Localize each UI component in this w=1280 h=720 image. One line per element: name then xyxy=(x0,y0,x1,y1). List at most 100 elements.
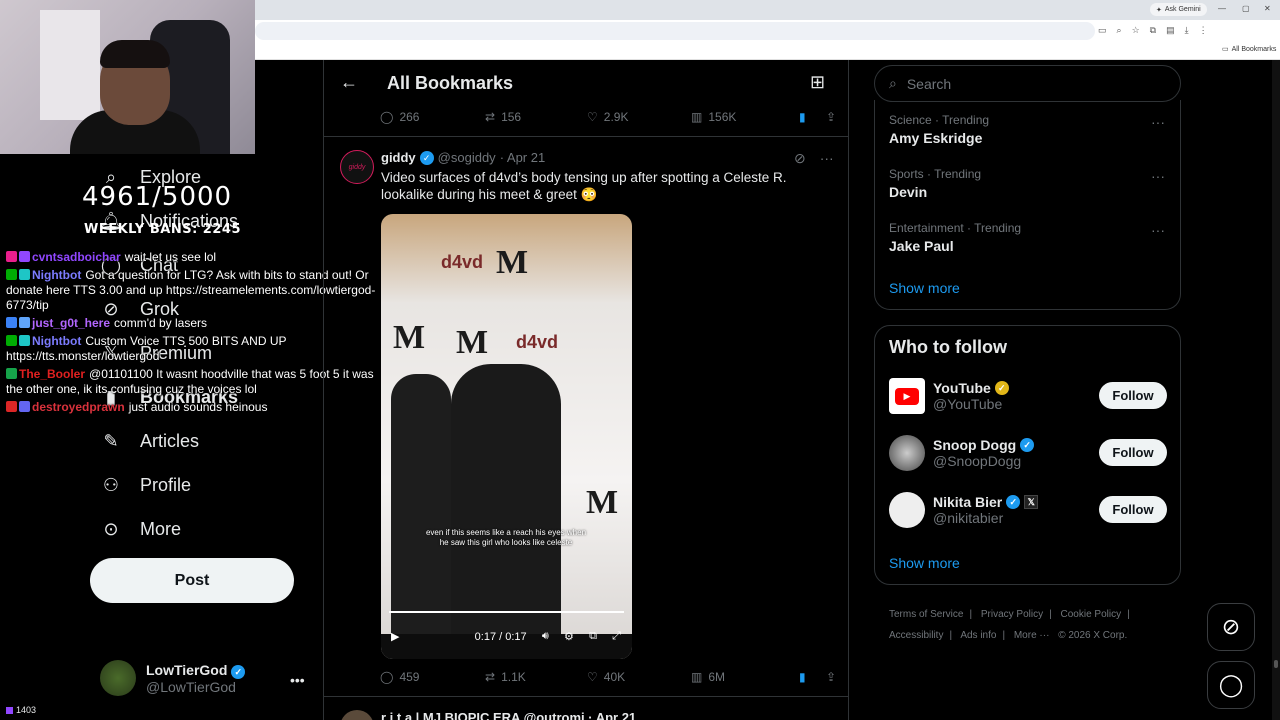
grok-icon[interactable]: ⊘ xyxy=(794,150,806,167)
address-field[interactable] xyxy=(255,22,1095,40)
fullscreen-icon[interactable]: ⤢ xyxy=(612,630,621,643)
show-more-link[interactable]: Show more xyxy=(889,555,960,571)
maximize-icon[interactable]: ▢ xyxy=(1242,4,1250,13)
sub-icon xyxy=(6,706,13,714)
person-icon: ⚇ xyxy=(102,474,120,495)
messages-button[interactable]: ◯ xyxy=(1207,661,1255,709)
download-icon[interactable]: ⤓ xyxy=(1185,25,1189,36)
footer-link[interactable]: Terms of Service xyxy=(889,609,963,620)
like-button[interactable]: ♡ 2.9K xyxy=(587,110,691,124)
gemini-icon: ✦ xyxy=(1156,6,1162,14)
nav-item-more[interactable]: ⊙ More xyxy=(100,518,181,540)
more-icon[interactable]: ··· xyxy=(820,150,834,167)
footer-link[interactable]: Privacy Policy xyxy=(981,609,1043,620)
close-icon[interactable]: ✕ xyxy=(1264,4,1271,13)
nav-item-profile[interactable]: ⚇ Profile xyxy=(100,474,191,496)
badge-icon xyxy=(19,251,30,262)
play-icon[interactable]: ▶ xyxy=(391,630,399,643)
bookmark-button[interactable]: ▮ xyxy=(799,670,826,684)
trend-item[interactable]: Entertainment · Trending Jake Paul xyxy=(889,221,1021,254)
repost-icon: ⇄ xyxy=(485,670,496,684)
heart-icon: ♡ xyxy=(587,110,598,124)
tweet-date[interactable]: · Apr 21 xyxy=(500,150,546,165)
volume-icon[interactable]: 🔊︎ xyxy=(542,630,549,643)
add-bookmark-folder-icon[interactable]: ⊞ xyxy=(810,72,825,93)
settings-icon[interactable]: ⚙ xyxy=(564,630,574,643)
follow-button[interactable]: Follow xyxy=(1099,496,1167,523)
trend-item[interactable]: Science · Trending Amy Eskridge xyxy=(889,113,989,146)
footer-link[interactable]: Cookie Policy xyxy=(1061,609,1122,620)
verified-icon: ✓ xyxy=(1020,438,1035,452)
more-icon[interactable]: ··· xyxy=(1151,168,1165,184)
follow-button[interactable]: Follow xyxy=(1099,439,1167,466)
grok-icon: ⊘ xyxy=(1221,614,1241,639)
repost-button[interactable]: ⇄ 156 xyxy=(485,110,587,124)
sponsor-logo: d4vd xyxy=(516,332,559,352)
show-more-link[interactable]: Show more xyxy=(889,280,960,296)
grok-button[interactable]: ⊘ xyxy=(1207,603,1255,651)
repost-button[interactable]: ⇄ 1.1K xyxy=(485,670,587,684)
bookmark-filled-icon: ▮ xyxy=(799,670,806,684)
post-button[interactable]: Post xyxy=(90,558,294,603)
screenshot-icon[interactable]: ▭ xyxy=(1098,25,1107,36)
pip-icon[interactable]: ⧉ xyxy=(589,630,597,643)
who-to-follow-title: Who to follow xyxy=(889,337,1007,357)
views-button[interactable]: ▥ 6M xyxy=(691,670,799,684)
ask-gemini-button[interactable]: ✦ Ask Gemini xyxy=(1150,3,1207,16)
verified-icon: ✓ xyxy=(994,381,1009,395)
bookmark-button[interactable]: ▮ xyxy=(799,110,826,124)
badge-icon xyxy=(6,401,17,412)
star-icon[interactable]: ☆ xyxy=(1132,25,1140,36)
video-player[interactable]: M d4vd M d4vd M M even if this seems lik… xyxy=(381,214,632,659)
minimize-icon[interactable]: — xyxy=(1218,4,1226,13)
author-handle[interactable]: @sogiddy xyxy=(438,150,496,165)
folder-icon: ▭ xyxy=(1222,46,1229,53)
webcam-feed xyxy=(0,0,255,154)
reply-icon: ◯ xyxy=(380,110,394,124)
more-icon[interactable]: ··· xyxy=(1151,114,1165,130)
sponsor-logo: M xyxy=(456,324,489,361)
ban-counter: 4961/5000 xyxy=(82,182,233,212)
sidebar-icon[interactable]: ▤ xyxy=(1166,25,1175,36)
views-button[interactable]: ▥ 156K xyxy=(691,110,799,124)
search-input[interactable]: ⌕ Search xyxy=(874,65,1181,102)
footer-link[interactable]: Accessibility xyxy=(889,630,943,641)
scrollbar[interactable] xyxy=(1272,60,1280,720)
avatar[interactable] xyxy=(340,710,374,720)
header: ← All Bookmarks ⊞ xyxy=(324,60,848,106)
author-name[interactable]: giddy xyxy=(381,150,416,165)
avatar[interactable]: giddy xyxy=(340,150,374,184)
back-arrow-icon[interactable]: ← xyxy=(340,72,358,93)
sponsor-logo: M xyxy=(393,319,426,356)
badge-icon xyxy=(6,317,17,328)
footer-link[interactable]: More ··· xyxy=(1014,630,1050,641)
weekly-bans: WEEKLY BANS: 2245 xyxy=(84,222,241,237)
scrollbar-thumb[interactable] xyxy=(1274,660,1278,668)
trend-item[interactable]: Sports · Trending Devin xyxy=(889,167,981,200)
extensions-icon[interactable]: ⧉ xyxy=(1150,25,1156,36)
browser-tab-strip xyxy=(255,0,1280,20)
like-button[interactable]: ♡ 40K xyxy=(587,670,691,684)
zoom-icon[interactable]: ⌕ xyxy=(1117,25,1122,36)
reply-button[interactable]: ◯ 459 xyxy=(380,670,485,684)
share-icon: ⇪ xyxy=(826,110,837,124)
footer-link[interactable]: Ads info xyxy=(960,630,996,641)
share-button[interactable]: ⇪ xyxy=(826,110,836,124)
video-progress-bar[interactable] xyxy=(389,611,624,613)
nav-item-articles[interactable]: ✎ Articles xyxy=(100,430,199,452)
sponsor-logo: M xyxy=(496,244,529,281)
sponsor-logo: M xyxy=(586,484,619,521)
all-bookmarks-folder[interactable]: ▭ All Bookmarks xyxy=(1222,45,1276,54)
follow-suggestion[interactable]: Nikita Bier ✓ 𝕏 @nikitabier xyxy=(889,492,1039,528)
share-button[interactable]: ⇪ xyxy=(826,670,836,684)
follow-suggestion[interactable]: Snoop Dogg ✓ @SnoopDogg xyxy=(889,435,1035,471)
menu-icon[interactable]: ⋮ xyxy=(1199,25,1208,36)
follow-button[interactable]: Follow xyxy=(1099,382,1167,409)
more-icon[interactable]: ••• xyxy=(290,672,305,688)
avatar xyxy=(889,435,925,471)
account-switcher[interactable]: LowTierGod ✓ @LowTierGod xyxy=(100,660,246,696)
search-icon: ⌕ xyxy=(889,75,897,91)
more-icon[interactable]: ··· xyxy=(1151,222,1165,238)
follow-suggestion[interactable]: ▶ YouTube ✓ @YouTube xyxy=(889,378,1009,414)
reply-button[interactable]: ◯ 266 xyxy=(380,110,485,124)
